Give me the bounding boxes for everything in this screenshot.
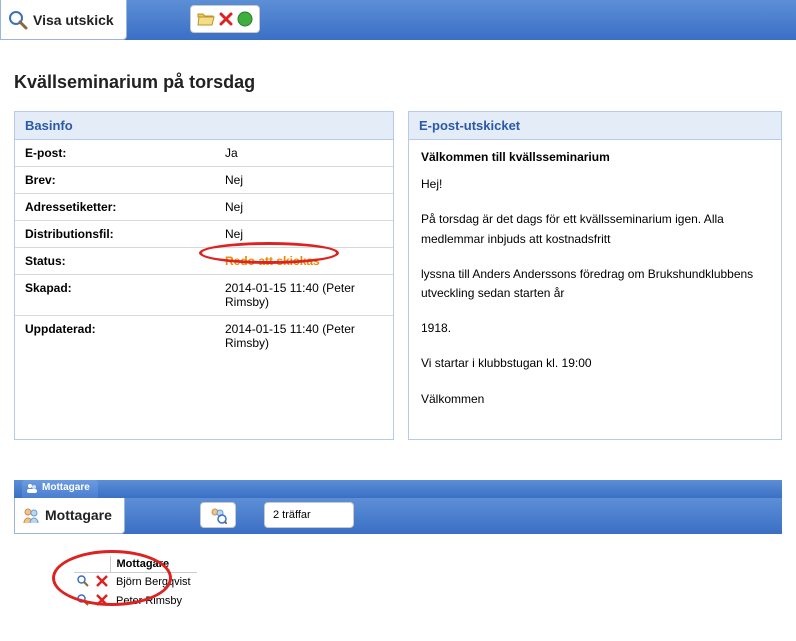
- label: Distributionsfil:: [15, 221, 215, 248]
- recipients-tool-button[interactable]: [200, 502, 236, 528]
- top-bar: Visa utskick: [0, 0, 796, 40]
- value: 2014-01-15 11:40 (Peter Rimsby): [215, 316, 393, 357]
- basinfo-row-adress: Adressetiketter: Nej: [15, 194, 393, 221]
- remove-icon[interactable]: [96, 594, 108, 609]
- value: Nej: [215, 221, 393, 248]
- page-title: Kvällseminarium på torsdag: [14, 72, 782, 93]
- people-icon: [21, 505, 41, 525]
- basinfo-header: Basinfo: [15, 112, 393, 140]
- main-content: Kvällseminarium på torsdag Basinfo E-pos…: [0, 40, 796, 450]
- label: Skapad:: [15, 275, 215, 316]
- basinfo-table: E-post: Ja Brev: Nej Adressetiketter: Ne…: [15, 140, 393, 356]
- status-value: Redo att skickas: [225, 254, 320, 268]
- table-row: Peter Rimsby: [74, 592, 197, 611]
- label: E-post:: [15, 140, 215, 167]
- recipients-tab: Mottagare: [14, 498, 125, 534]
- subtab-strip: Mottagare: [14, 480, 782, 498]
- basinfo-panel: Basinfo E-post: Ja Brev: Nej Adressetike…: [14, 111, 394, 440]
- people-icon: [26, 482, 38, 497]
- view-icon[interactable]: [76, 574, 90, 591]
- tab-label: Mottagare: [42, 482, 90, 493]
- recipient-name[interactable]: Peter Rimsby: [110, 592, 197, 611]
- approve-icon[interactable]: [237, 11, 253, 27]
- recipient-name[interactable]: Björn Bergqvist: [110, 572, 197, 592]
- label: Adressetiketter:: [15, 194, 215, 221]
- basinfo-row-epost: E-post: Ja: [15, 140, 393, 167]
- view-icon[interactable]: [76, 593, 90, 610]
- toolbar: [190, 5, 260, 33]
- label: Uppdaterad:: [15, 316, 215, 357]
- email-header: E-post-utskicket: [409, 112, 781, 140]
- recipients-section: Mottagare Mottagare 2 träf: [0, 480, 796, 641]
- value: Nej: [215, 167, 393, 194]
- label: Status:: [15, 248, 215, 275]
- label: Brev:: [15, 167, 215, 194]
- email-paragraph: Välkommen: [421, 390, 769, 409]
- email-panel: E-post-utskicket Välkommen till kvällsse…: [408, 111, 782, 440]
- remove-icon[interactable]: [96, 575, 108, 590]
- basinfo-row-brev: Brev: Nej: [15, 167, 393, 194]
- email-paragraph: lyssna till Anders Anderssons föredrag o…: [421, 265, 769, 303]
- email-paragraph: 1918.: [421, 319, 769, 338]
- recipients-col-header: Mottagare: [110, 556, 197, 573]
- tab-mottagare[interactable]: Mottagare: [22, 480, 98, 498]
- magnifier-icon: [7, 9, 29, 31]
- delete-icon[interactable]: [219, 12, 233, 26]
- email-body: Välkommen till kvällsseminarium Hej! På …: [409, 140, 781, 439]
- basinfo-row-skapad: Skapad: 2014-01-15 11:40 (Peter Rimsby): [15, 275, 393, 316]
- email-paragraph: Vi startar i klubbstugan kl. 19:00: [421, 354, 769, 373]
- email-subject: Välkommen till kvällsseminarium: [421, 148, 769, 167]
- basinfo-row-dist: Distributionsfil: Nej: [15, 221, 393, 248]
- value: 2014-01-15 11:40 (Peter Rimsby): [215, 275, 393, 316]
- page-tab-title: Visa utskick: [33, 12, 114, 28]
- page-tab-visa-utskick: Visa utskick: [0, 0, 127, 40]
- value: Ja: [215, 140, 393, 167]
- value: Nej: [215, 194, 393, 221]
- email-paragraph: På torsdag är det dags för ett kvällssem…: [421, 210, 769, 248]
- recipients-table: Mottagare: [74, 556, 197, 611]
- basinfo-row-status: Status: Redo att skickas: [15, 248, 393, 275]
- basinfo-row-uppdaterad: Uppdaterad: 2014-01-15 11:40 (Peter Rims…: [15, 316, 393, 357]
- folder-open-icon[interactable]: [197, 11, 215, 27]
- recipients-count: 2 träffar: [264, 502, 354, 528]
- recipients-bar: Mottagare 2 träffar: [14, 498, 782, 534]
- recipients-list-wrap: Mottagare: [14, 534, 782, 621]
- table-row: Björn Bergqvist: [74, 572, 197, 592]
- email-paragraph: Hej!: [421, 175, 769, 194]
- recipients-title: Mottagare: [45, 507, 112, 523]
